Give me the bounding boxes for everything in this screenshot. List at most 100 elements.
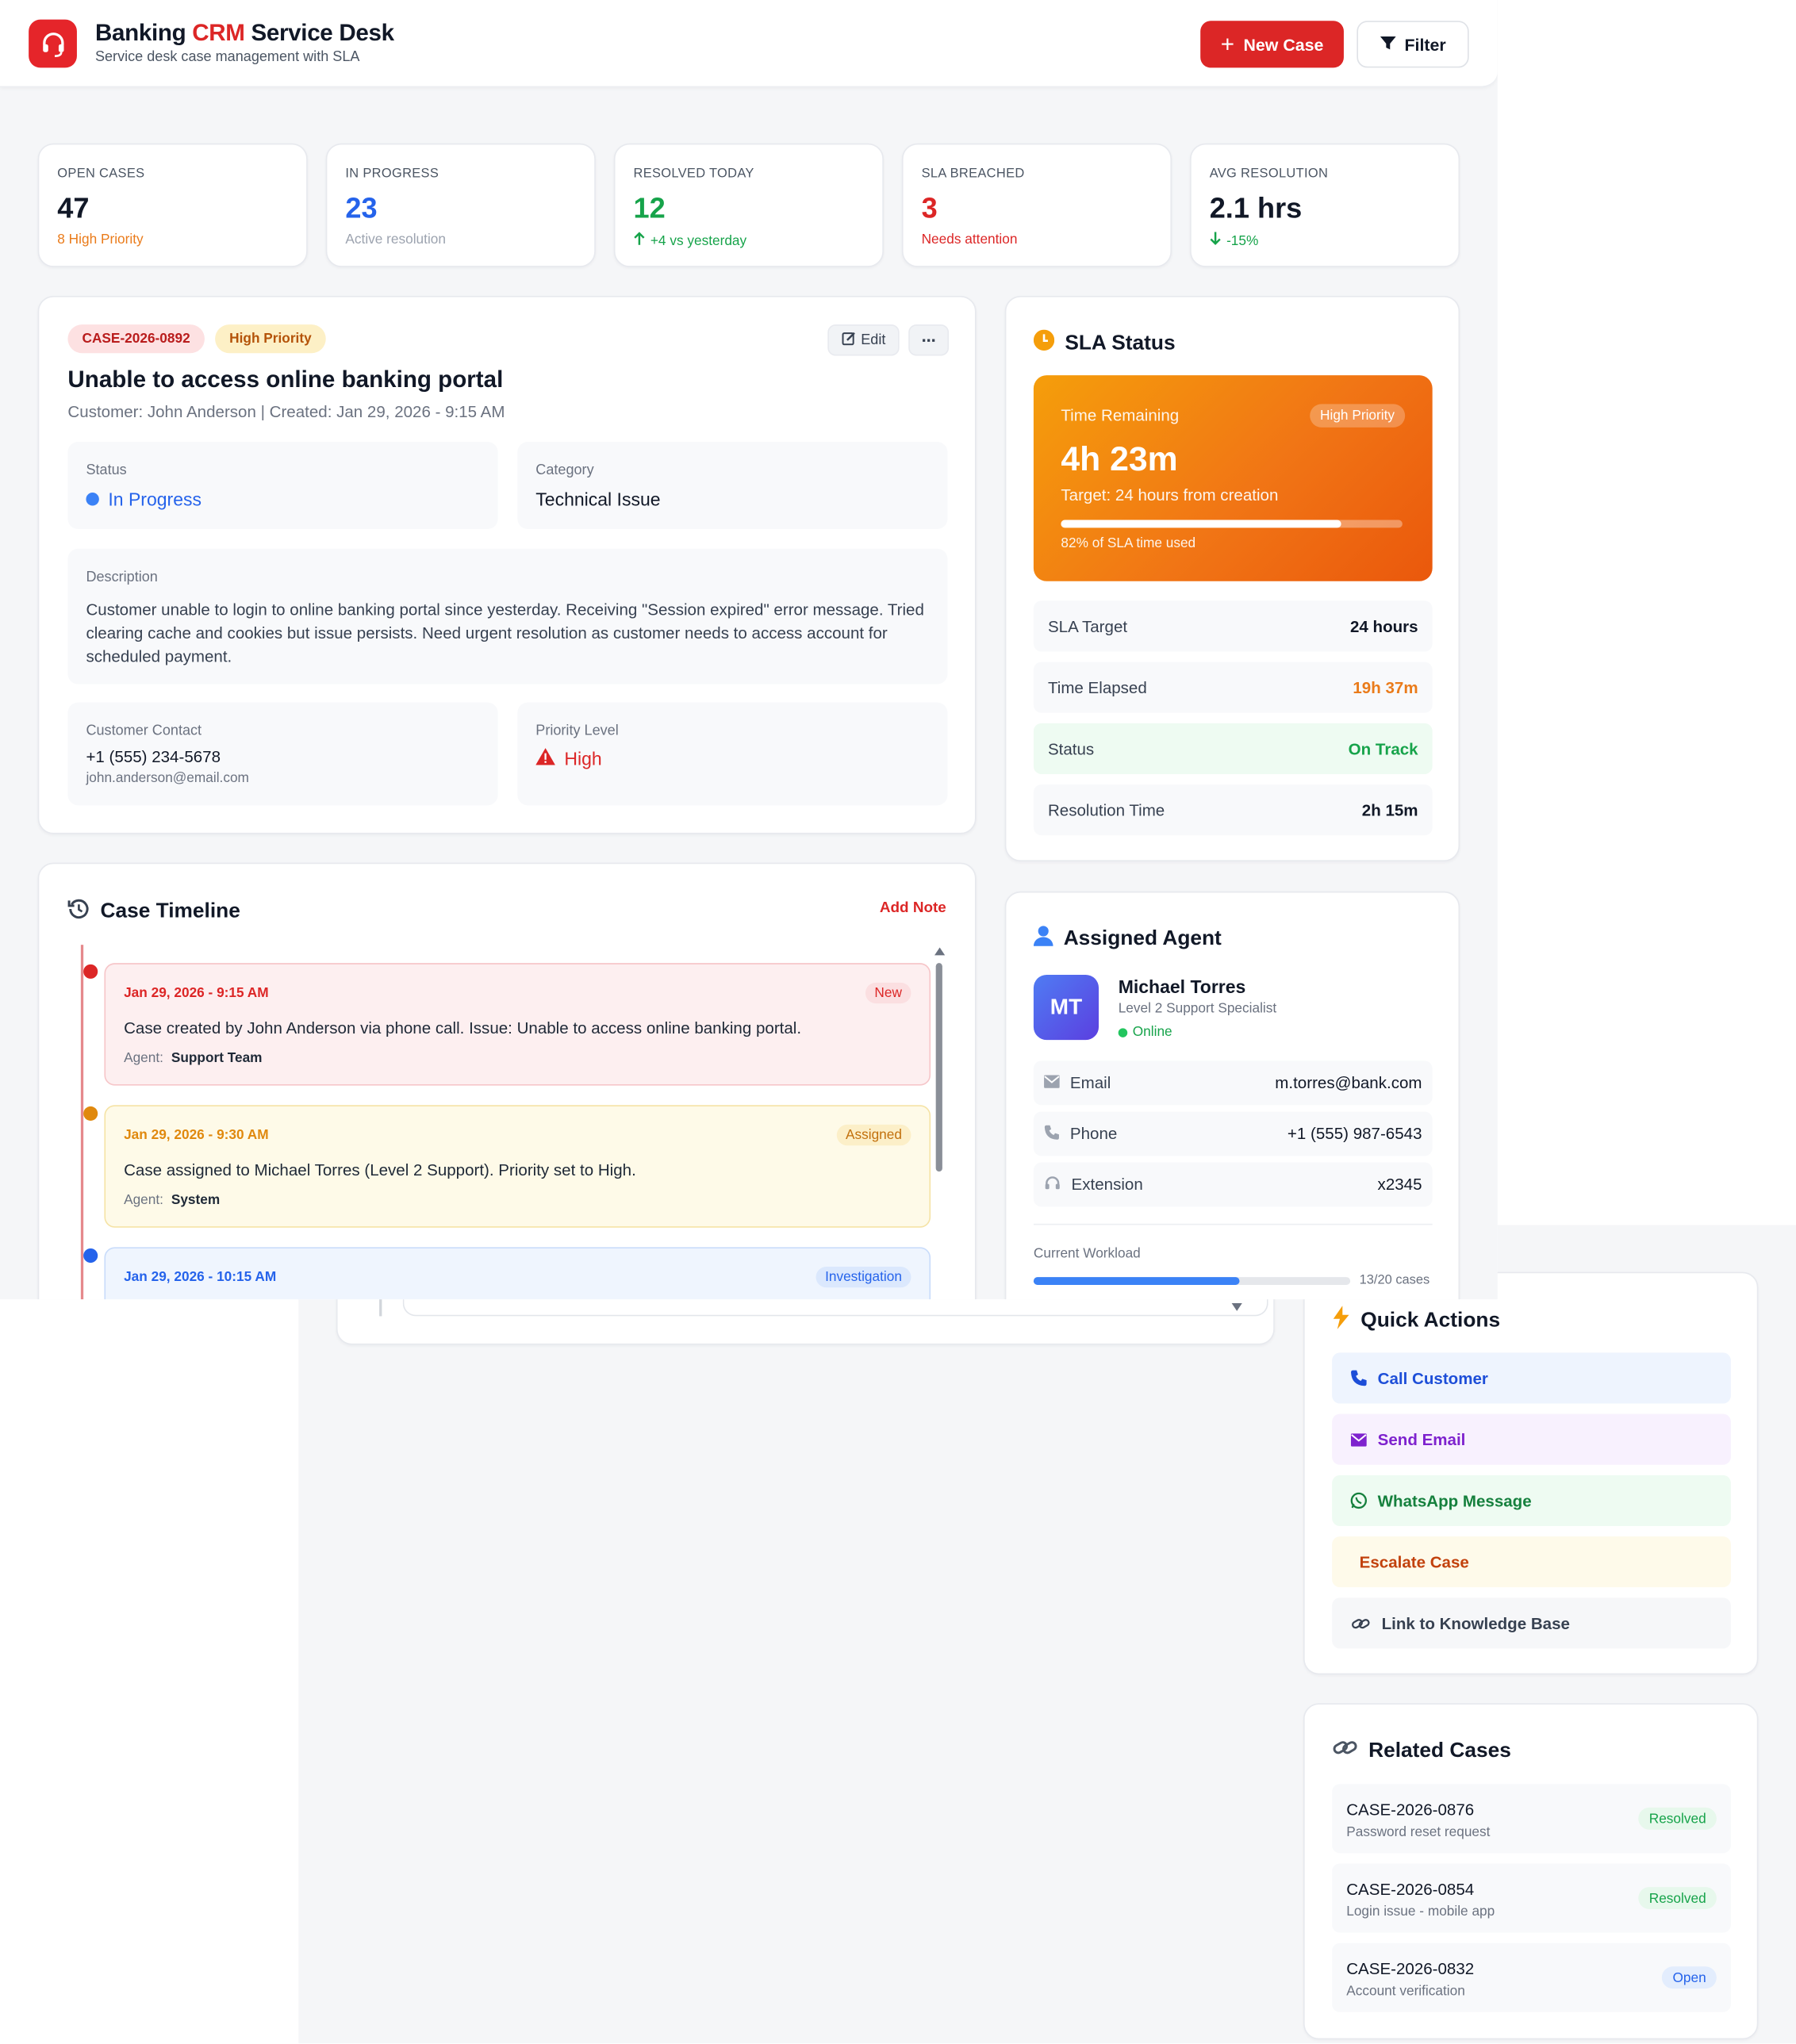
related-case-item[interactable]: CASE-2026-0832 Account verification Open: [1332, 1942, 1731, 2012]
sla-metric-label: Resolution Time: [1047, 800, 1165, 819]
sla-metric-value: On Track: [1348, 739, 1418, 758]
timeline-item: Jan 29, 2026 - 9:15 AM New Case created by…: [104, 963, 931, 1086]
status-box: Status In Progress: [67, 441, 498, 530]
agent-extension-label: Extension: [1071, 1175, 1143, 1194]
priority-badge: High Priority: [215, 324, 326, 354]
case-title: Unable to access online banking portal: [67, 366, 504, 393]
timeline-dot: [83, 964, 98, 979]
timeline-dot: [83, 1248, 98, 1264]
case-meta: Customer: John Anderson | Created: Jan 2…: [67, 402, 505, 421]
agent-phone-row[interactable]: Phone +1 (555) 987-6543: [1033, 1111, 1433, 1156]
sla-metric-row: Resolution Time 2h 15m: [1033, 784, 1433, 836]
history-icon: [67, 898, 90, 926]
case-id-badge: CASE-2026-0892: [67, 324, 205, 354]
kpi-card: Avg Resolution 2.1 hrs -15%: [1190, 143, 1460, 267]
case-timeline-title-text: Case Timeline: [100, 900, 240, 923]
timeline-date: Jan 29, 2026 - 9:15 AM: [124, 985, 269, 1001]
kpi-value: 12: [633, 191, 666, 224]
case-detail-card: CASE-2026-0892 High Priority Edit ⋯ Unab…: [37, 295, 977, 834]
related-case-status: Resolved: [1638, 1887, 1717, 1909]
warning-icon: [535, 748, 555, 769]
time-remaining-label: Time Remaining: [1061, 406, 1180, 425]
kpi-subtext: 8 High Priority: [57, 232, 143, 247]
timeline-tag: Investigation: [815, 1266, 911, 1288]
edit-button[interactable]: Edit: [827, 324, 900, 356]
kpi-card: Resolved Today 12 +4 vs yesterday: [613, 143, 884, 267]
page: Quick Actions Call Customer Send Email Wha…: [0, 0, 1796, 2044]
sla-metric-row: SLA Target 24 hours: [1033, 600, 1433, 652]
agent-email-value[interactable]: m.torres@bank.com: [1275, 1074, 1422, 1092]
sla-metric-row: Status On Track: [1033, 723, 1433, 774]
related-case-desc: Login issue - mobile app: [1346, 1904, 1495, 1920]
agent-phone-value[interactable]: +1 (555) 987-6543: [1288, 1125, 1422, 1143]
more-options-button[interactable]: ⋯: [908, 324, 950, 356]
filter-button[interactable]: Filter: [1357, 21, 1469, 68]
timeline-text: Case created by John Anderson via phone …: [124, 1018, 802, 1037]
related-case-id: CASE-2026-0832: [1346, 1960, 1475, 1979]
sla-metric-value: 19h 37m: [1353, 678, 1418, 697]
description-box: Description Customer unable to login to …: [67, 548, 948, 685]
sla-priority-badge: High Priority: [1309, 404, 1406, 428]
sla-metric-row: Time Elapsed 19h 37m: [1033, 662, 1433, 713]
contact-phone[interactable]: +1 (555) 234-5678: [86, 748, 221, 766]
related-case-item[interactable]: CASE-2026-0854 Login issue - mobile app Re…: [1332, 1863, 1731, 1933]
sla-status-title: SLA Status: [1033, 329, 1176, 358]
quick-actions-title-text: Quick Actions: [1360, 1309, 1501, 1332]
scroll-up-arrow-icon[interactable]: [934, 947, 946, 956]
quick-actions-title: Quick Actions: [1332, 1306, 1500, 1336]
more-options-icon: ⋯: [921, 332, 936, 349]
assigned-agent-title: Assigned Agent: [1033, 926, 1222, 953]
timeline-agent-name: Support Team: [171, 1050, 263, 1066]
add-note-link[interactable]: Add Note: [880, 900, 946, 916]
quick-action-button[interactable]: Escalate Case: [1332, 1536, 1731, 1588]
sla-countdown-panel: Time Remaining High Priority 4h 23m Targ…: [1033, 375, 1433, 581]
timeline-tag: Assigned: [836, 1124, 911, 1146]
quick-action-button[interactable]: WhatsApp Message: [1332, 1475, 1731, 1526]
kpi-subtext-text: +4 vs yesterday: [650, 232, 747, 248]
customer-contact-box: Customer Contact +1 (555) 234-5678 john.…: [67, 702, 498, 806]
description-line-2: clearing cache and cookies but issue per…: [86, 623, 888, 642]
related-case-item[interactable]: CASE-2026-0876 Password reset request Reso…: [1332, 1784, 1731, 1854]
case-timeline-title: Case Timeline: [67, 898, 240, 926]
quick-actions-card: Quick Actions Call Customer Send Email Wha…: [1303, 1271, 1759, 1675]
quick-action-label: Send Email: [1377, 1430, 1466, 1449]
app-subtitle: Service desk case management with SLA: [94, 49, 360, 66]
timeline-scrollbar[interactable]: [934, 947, 946, 1182]
sla-target-text: Target: 24 hours from creation: [1061, 485, 1279, 504]
kpi-value: 3: [921, 191, 938, 224]
kpi-label: Resolved Today: [633, 167, 754, 182]
app-header: Banking CRM Service Desk Service desk ca…: [0, 0, 1498, 88]
timeline-agent-name: System: [171, 1192, 221, 1209]
assigned-agent-card: Assigned Agent MT Michael Torres Level 2…: [1004, 891, 1460, 1300]
agent-email-row[interactable]: Email m.torres@bank.com: [1033, 1060, 1433, 1106]
timeline-text: Case assigned to Michael Torres (Level 2…: [124, 1160, 636, 1179]
sla-metric-value: 24 hours: [1349, 616, 1418, 635]
kpi-subtext: Needs attention: [922, 232, 1018, 247]
phone-icon: [1350, 1370, 1367, 1386]
quick-action-button[interactable]: Link to Knowledge Base: [1332, 1597, 1731, 1649]
timeline-agent-label: Agent:: [124, 1050, 163, 1066]
plus-icon: +: [1220, 31, 1234, 58]
lightning-icon: [1332, 1306, 1350, 1336]
timeline-item: Jan 29, 2026 - 9:30 AM Assigned Case assig…: [104, 1105, 931, 1228]
timeline-agent-label: Agent:: [124, 1192, 163, 1209]
headset-logo-icon: [29, 19, 77, 68]
quick-action-button[interactable]: Call Customer: [1332, 1352, 1731, 1404]
app-title: Banking CRM Service Desk: [95, 20, 394, 48]
kpi-value: 47: [57, 191, 90, 224]
timeline-agent: Agent: Support Team: [124, 1050, 262, 1066]
quick-action-button[interactable]: Send Email: [1332, 1413, 1731, 1465]
scroll-down-arrow-icon[interactable]: [1231, 1303, 1242, 1311]
user-icon: [1033, 926, 1053, 953]
priority-level-value-text: High: [564, 748, 602, 769]
scrollbar-thumb[interactable]: [935, 963, 942, 1172]
new-case-button[interactable]: + New Case: [1200, 21, 1344, 68]
timeline-line: [80, 945, 84, 1300]
kpi-card: Open Cases 47 8 High Priority: [37, 143, 308, 267]
contact-email[interactable]: john.anderson@email.com: [86, 770, 248, 786]
agent-name: Michael Torres: [1118, 976, 1246, 997]
arrow-down-icon: [1210, 232, 1222, 248]
related-cases-card: Related Cases CASE-2026-0876 Password res…: [1303, 1703, 1759, 2040]
kpi-subtext: -15%: [1210, 232, 1258, 248]
app-title-prefix: Banking: [94, 19, 193, 46]
